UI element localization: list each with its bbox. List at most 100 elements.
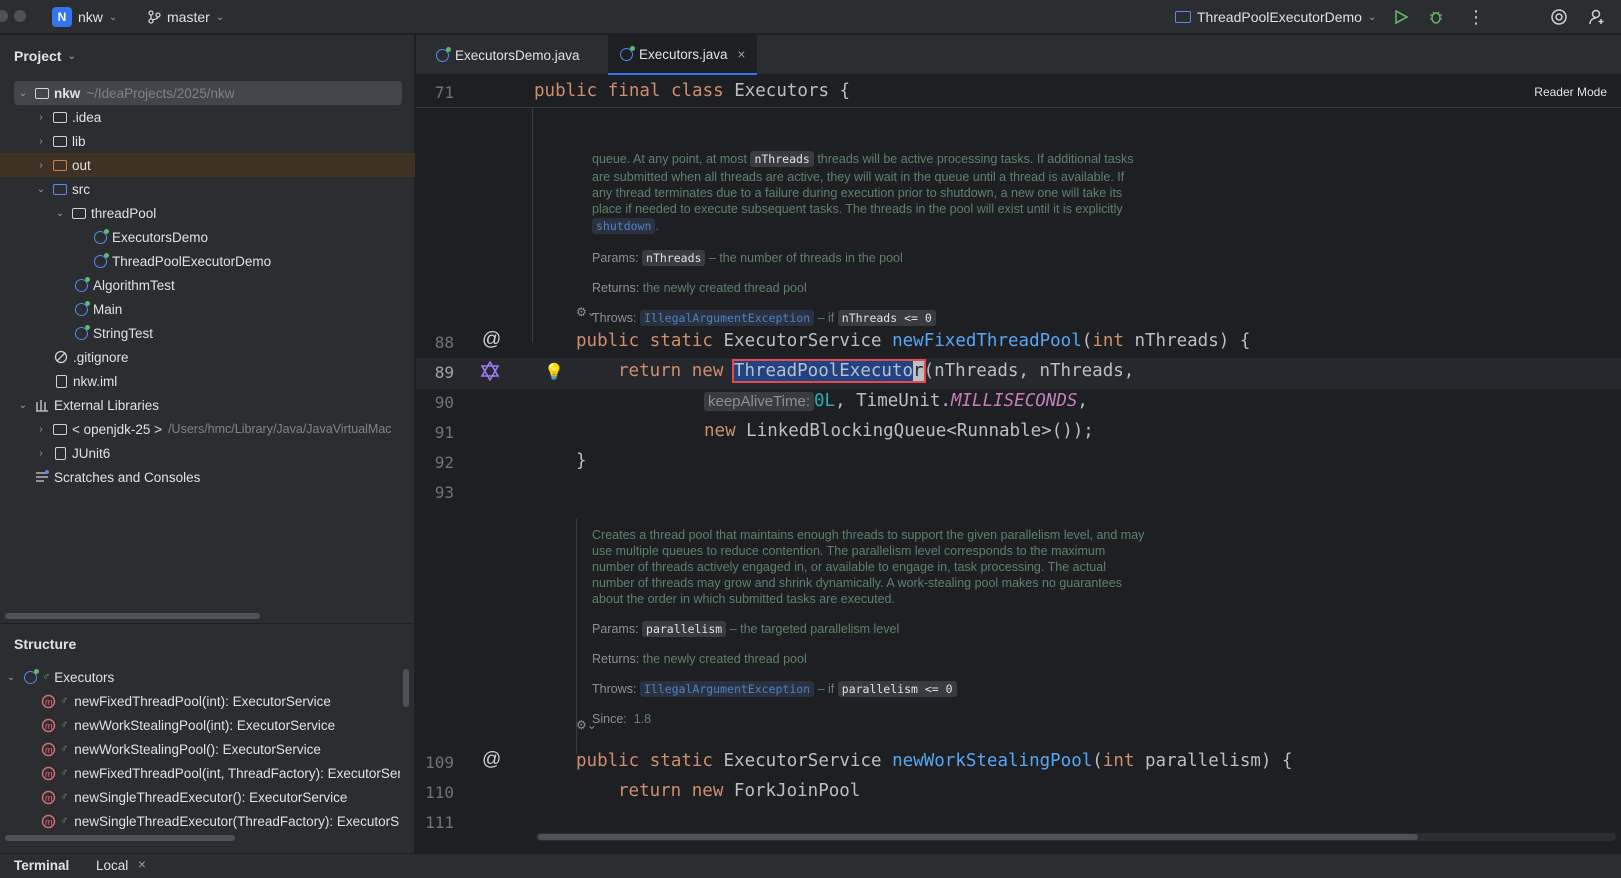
doc-link[interactable]: shutdown (592, 218, 656, 234)
folder-icon (52, 133, 68, 149)
structure-item[interactable]: m ♂ newSingleThreadExecutor(ThreadFactor… (0, 809, 400, 833)
run-button[interactable] (1394, 0, 1408, 34)
tree-item-algorithmtest[interactable]: AlgorithmTest (0, 273, 415, 297)
line-number: 90 (434, 393, 454, 412)
window-minimize-button[interactable] (14, 10, 26, 22)
chevron-down-icon: ⌄ (215, 11, 225, 23)
toggle-rendered-view-icon[interactable]: ⚙⌄ (576, 305, 597, 319)
tree-item-stringtest[interactable]: StringTest (0, 321, 415, 345)
reader-mode-button[interactable]: Reader Mode (1534, 85, 1607, 99)
horizontal-scrollbar[interactable] (5, 835, 235, 841)
toggle-rendered-view-icon[interactable]: ⚙⌄ (576, 718, 597, 732)
more-actions-icon[interactable]: ⋮ (1467, 0, 1485, 34)
window-close-button[interactable] (0, 10, 8, 22)
chevron-down-icon: ⌄ (108, 11, 118, 23)
chevron-right-icon[interactable]: › (34, 136, 48, 147)
doc-link[interactable]: IllegalArgumentException (639, 310, 815, 326)
tree-item-openjdk[interactable]: › < openjdk-25 > /Users/hmc/Library/Java… (0, 417, 415, 441)
public-visibility-icon: ♂ (60, 719, 69, 731)
public-visibility-icon: ♂ (60, 695, 69, 707)
structure-item[interactable]: m ♂ newWorkStealingPool(int): ExecutorSe… (0, 713, 415, 737)
tree-item-gitignore[interactable]: .gitignore (0, 345, 415, 369)
left-tool-window: Project ⌄ ⌄ nkw ~/IdeaProjects/2025/nkw … (0, 35, 415, 853)
structure-item[interactable]: m ♂ newFixedThreadPool(int): ExecutorSer… (0, 689, 415, 713)
doc-link[interactable]: IllegalArgumentException (639, 681, 815, 697)
structure-root-executors[interactable]: ⌄ ♂ Executors (0, 665, 415, 689)
tree-item-nkw-iml[interactable]: nkw.iml (0, 369, 415, 393)
file-icon (53, 373, 69, 389)
module-folder-icon (34, 85, 50, 101)
tree-item-idea[interactable]: › .idea (0, 105, 415, 129)
text-cursor: r (913, 361, 924, 381)
implementation-gutter-icon[interactable]: @ (482, 329, 501, 351)
chevron-right-icon[interactable]: › (34, 424, 48, 435)
structure-item-label: newFixedThreadPool(int, ThreadFactory): … (74, 765, 400, 781)
panel-divider (0, 623, 415, 624)
chevron-down-icon[interactable]: ⌄ (53, 208, 67, 219)
tree-item-external-libraries[interactable]: ⌄ External Libraries (0, 393, 415, 417)
ai-assistant-button[interactable] (1550, 0, 1568, 34)
source-folder-icon (52, 181, 68, 197)
tree-item-label: External Libraries (54, 397, 160, 413)
tree-item-main[interactable]: Main (0, 297, 415, 321)
chevron-down-icon[interactable]: ⌄ (34, 184, 48, 195)
run-config-selector[interactable]: ThreadPoolExecutorDemo ⌄ (1175, 0, 1376, 34)
tree-item-out[interactable]: › out (0, 153, 415, 177)
local-terminal-tab[interactable]: Local (96, 858, 128, 873)
chevron-right-icon[interactable]: › (34, 112, 48, 123)
ignore-file-icon (53, 349, 69, 365)
ai-assist-gutter-icon[interactable] (480, 360, 500, 386)
library-icon (34, 397, 50, 413)
editor-horizontal-scrollbar[interactable] (538, 834, 1418, 840)
project-panel-title[interactable]: Project ⌄ (14, 48, 76, 64)
tree-item-executorsdemo[interactable]: ExecutorsDemo (0, 225, 415, 249)
selected-text[interactable]: ThreadPoolExecutor (731, 359, 926, 383)
public-visibility-icon: ♂ (60, 767, 69, 779)
tree-item-label: AlgorithmTest (93, 277, 175, 293)
close-tab-icon[interactable]: × (138, 857, 146, 872)
chevron-down-icon: ⌄ (67, 50, 76, 62)
chevron-right-icon[interactable]: › (34, 448, 48, 459)
close-tab-icon[interactable]: × (738, 47, 746, 62)
tree-item-junit6[interactable]: › JUnit6 (0, 441, 415, 465)
structure-item[interactable]: m ♂ newWorkStealingPool(): ExecutorServi… (0, 737, 415, 761)
tree-item-threadpool[interactable]: ⌄ threadPool (0, 201, 415, 225)
tree-item-nkw[interactable]: ⌄ nkw ~/IdeaProjects/2025/nkw (14, 81, 402, 105)
chevron-down-icon[interactable]: ⌄ (16, 88, 30, 99)
tree-item-src[interactable]: ⌄ src (0, 177, 415, 201)
tab-executorsdemo[interactable]: ExecutorsDemo.java (424, 35, 592, 75)
tree-item-scratches[interactable]: Scratches and Consoles (0, 465, 415, 489)
branch-name: master (167, 9, 210, 25)
structure-item-label: newSingleThreadExecutor(ThreadFactory): … (74, 813, 400, 829)
lightbulb-icon[interactable]: 💡 (544, 362, 564, 382)
chevron-right-icon[interactable]: › (34, 160, 48, 171)
chevron-down-icon[interactable]: ⌄ (16, 400, 30, 411)
branch-selector[interactable]: master ⌄ (147, 0, 224, 34)
public-visibility-icon: ♂ (42, 671, 51, 683)
run-icon (1395, 10, 1408, 24)
structure-item-label: newWorkStealingPool(): ExecutorService (74, 741, 321, 757)
tab-executors[interactable]: Executors.java × (608, 35, 758, 75)
tree-item-label: lib (72, 133, 86, 149)
structure-item[interactable]: m ♂ newSingleThreadExecutor(): ExecutorS… (0, 785, 415, 809)
terminal-tab[interactable]: Terminal (14, 858, 69, 873)
public-visibility-icon: ♂ (60, 743, 69, 755)
project-selector[interactable]: N nkw ⌄ (52, 0, 117, 34)
vertical-scrollbar[interactable] (403, 669, 409, 707)
tree-item-threadpoolexecutordemo[interactable]: ThreadPoolExecutorDemo (0, 249, 415, 273)
add-user-button[interactable] (1588, 0, 1606, 34)
structure-item[interactable]: m ♂ newFixedThreadPool(int, ThreadFactor… (0, 761, 400, 785)
debug-button[interactable] (1428, 0, 1444, 34)
svg-text:m: m (45, 793, 53, 803)
svg-text:m: m (45, 745, 53, 755)
code-class-name: Executors { (734, 81, 851, 101)
horizontal-scrollbar[interactable] (5, 613, 260, 619)
editor-horizontal-scrollbar-track (536, 833, 1616, 841)
parameter-hint: keepAliveTime: (704, 392, 814, 411)
structure-panel-title[interactable]: Structure (14, 636, 76, 652)
implementation-gutter-icon[interactable]: @ (482, 749, 501, 771)
tree-item-label: Scratches and Consoles (54, 469, 201, 485)
title-bar: N nkw ⌄ master ⌄ ThreadPoolExecutorDemo … (0, 0, 1621, 34)
tree-item-lib[interactable]: › lib (0, 129, 415, 153)
chevron-down-icon[interactable]: ⌄ (4, 672, 18, 683)
